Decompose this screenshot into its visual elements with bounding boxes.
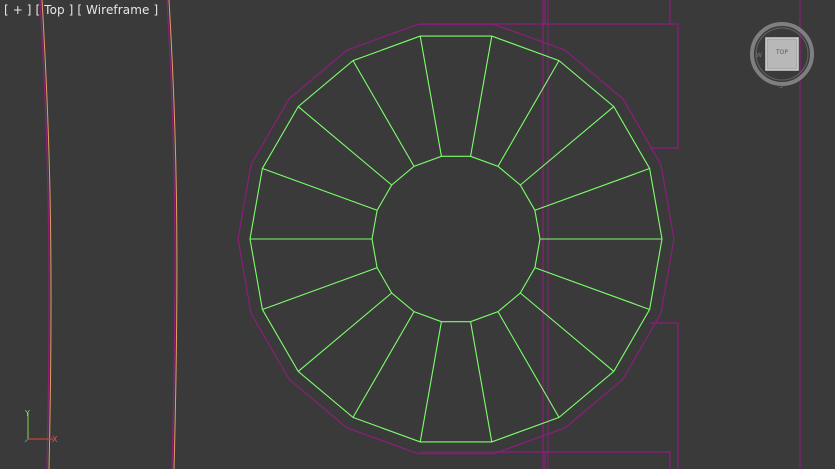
axis-y-label: Y [24,409,30,418]
mesh-radial-edge[interactable] [497,311,560,418]
viewport-label-menu[interactable]: [ + ] [ Top ] [ Wireframe ] [4,3,158,17]
mesh-radial-edge[interactable] [297,106,393,186]
scene-canvas[interactable] [0,0,835,469]
axis-tripod-icon: Y X [24,409,58,444]
mesh-radial-edge[interactable] [534,267,650,310]
mesh-radial-edge[interactable] [534,168,650,211]
viewport-top-wireframe[interactable]: [ + ] [ Top ] [ Wireframe ] W S TOP Y X [0,0,835,469]
viewport-shading-mode[interactable]: Wireframe [86,3,149,17]
mesh-radial-edge[interactable] [519,106,615,186]
mesh-radial-edge[interactable] [262,267,378,310]
svg-text:W: W [756,52,762,59]
left-outline-purple-2 [166,0,176,469]
mesh-radial-edge[interactable] [497,60,560,167]
mesh-radial-edge[interactable] [297,292,393,372]
outer-bracket-outline [420,0,679,469]
mesh-inner-edge[interactable] [371,155,541,323]
mesh-radial-edge[interactable] [470,36,493,157]
mesh-radial-edge[interactable] [470,321,493,442]
mesh-radial-edge[interactable] [519,292,615,372]
svg-text:S: S [779,83,783,90]
axis-x-label: X [52,435,58,444]
viewport-view-name[interactable]: Top [44,3,65,17]
left-outline-purple-1 [39,0,50,469]
mesh-radial-edge[interactable] [419,36,442,157]
mesh-radial-edge[interactable] [419,321,442,442]
mesh-radial-edge[interactable] [352,311,415,418]
label-close-bracket: ] [149,3,159,17]
label-separator: ] [ [64,3,87,17]
mesh-radial-edge[interactable] [352,60,415,167]
selected-disc-mesh[interactable] [249,35,663,443]
viewcube-face-top[interactable]: TOP [767,49,797,56]
viewport-plus-menu[interactable]: [ + ] [ [4,3,44,17]
mesh-radial-edge[interactable] [262,168,378,211]
viewcube[interactable]: W S TOP [748,20,816,90]
